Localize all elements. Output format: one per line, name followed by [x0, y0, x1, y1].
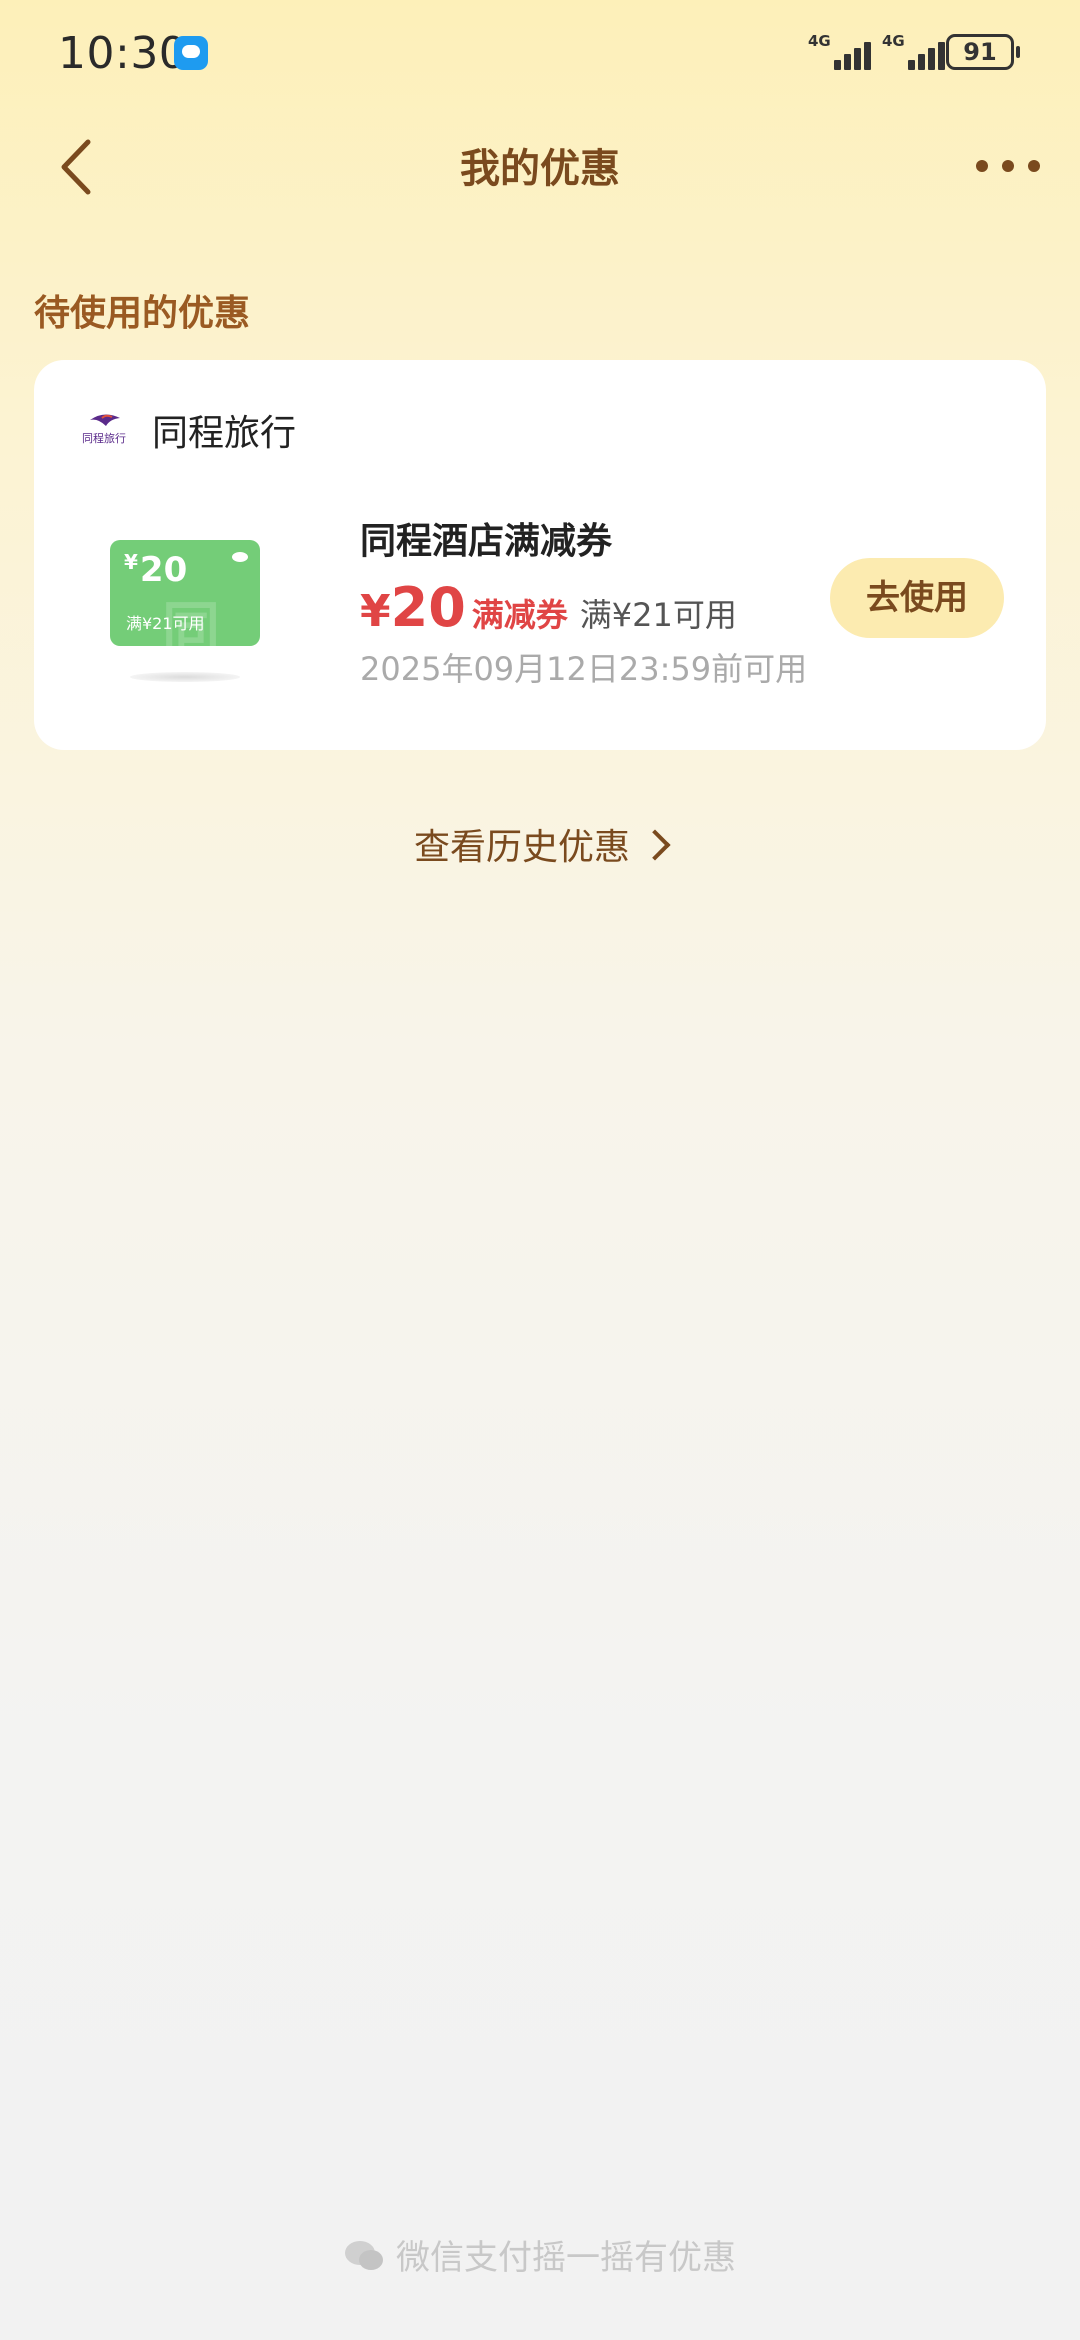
brand-name: 同程旅行 — [152, 413, 297, 454]
coupon-name: 同程酒店满减券 — [360, 521, 613, 562]
coupon-condition: 满¥21可用 — [579, 596, 737, 634]
coupon-type: 满减券 — [471, 596, 568, 634]
section-title: 待使用的优惠 — [34, 293, 251, 334]
battery-level: 91 — [963, 38, 997, 66]
chevron-right-icon — [639, 829, 671, 861]
battery-icon: 91 — [946, 34, 1020, 70]
signal-icon-2: 4G — [882, 32, 948, 74]
thumb-amount: ¥20 — [124, 550, 188, 590]
message-notification-icon — [174, 36, 208, 70]
thumb-shadow — [130, 672, 240, 682]
coupon-card: 同程旅行 同程旅行 同程 ¥20 满¥21可用 同程酒店满减券 ¥20满减券满¥… — [34, 360, 1046, 750]
more-button[interactable] — [974, 138, 1054, 192]
coupon-thumbnail: 同程 ¥20 满¥21可用 — [110, 540, 260, 646]
coupon-price-line: ¥20 满减券 满¥21可用 — [360, 576, 737, 639]
price-amount: 20 — [390, 576, 466, 639]
view-history-link[interactable]: 查看历史优惠 — [0, 818, 1080, 870]
footer-promo: 微信支付摇一摇有优惠 — [0, 2230, 1080, 2279]
use-coupon-button[interactable]: 去使用 — [830, 558, 1004, 638]
more-horizontal-icon — [976, 160, 988, 172]
status-bar: 10:30 4G 4G 91 — [0, 0, 1080, 110]
page-title: 我的优惠 — [460, 146, 620, 192]
price-currency: ¥ — [360, 586, 391, 637]
footer-text: 微信支付摇一摇有优惠 — [396, 2238, 736, 2278]
view-history-label: 查看历史优惠 — [413, 827, 630, 868]
nav-bar: 我的优惠 — [0, 110, 1080, 220]
signal-icon: 4G — [808, 32, 874, 74]
coupon-expiry: 2025年09月12日23:59前可用 — [360, 650, 808, 688]
brand-logo: 同程旅行 — [82, 414, 126, 445]
status-time: 10:30 — [58, 28, 188, 79]
wechat-icon — [345, 2240, 383, 2270]
thumb-condition: 满¥21可用 — [126, 614, 205, 633]
thumb-logo-icon — [232, 552, 248, 562]
svg-text:同程旅行: 同程旅行 — [82, 431, 126, 445]
